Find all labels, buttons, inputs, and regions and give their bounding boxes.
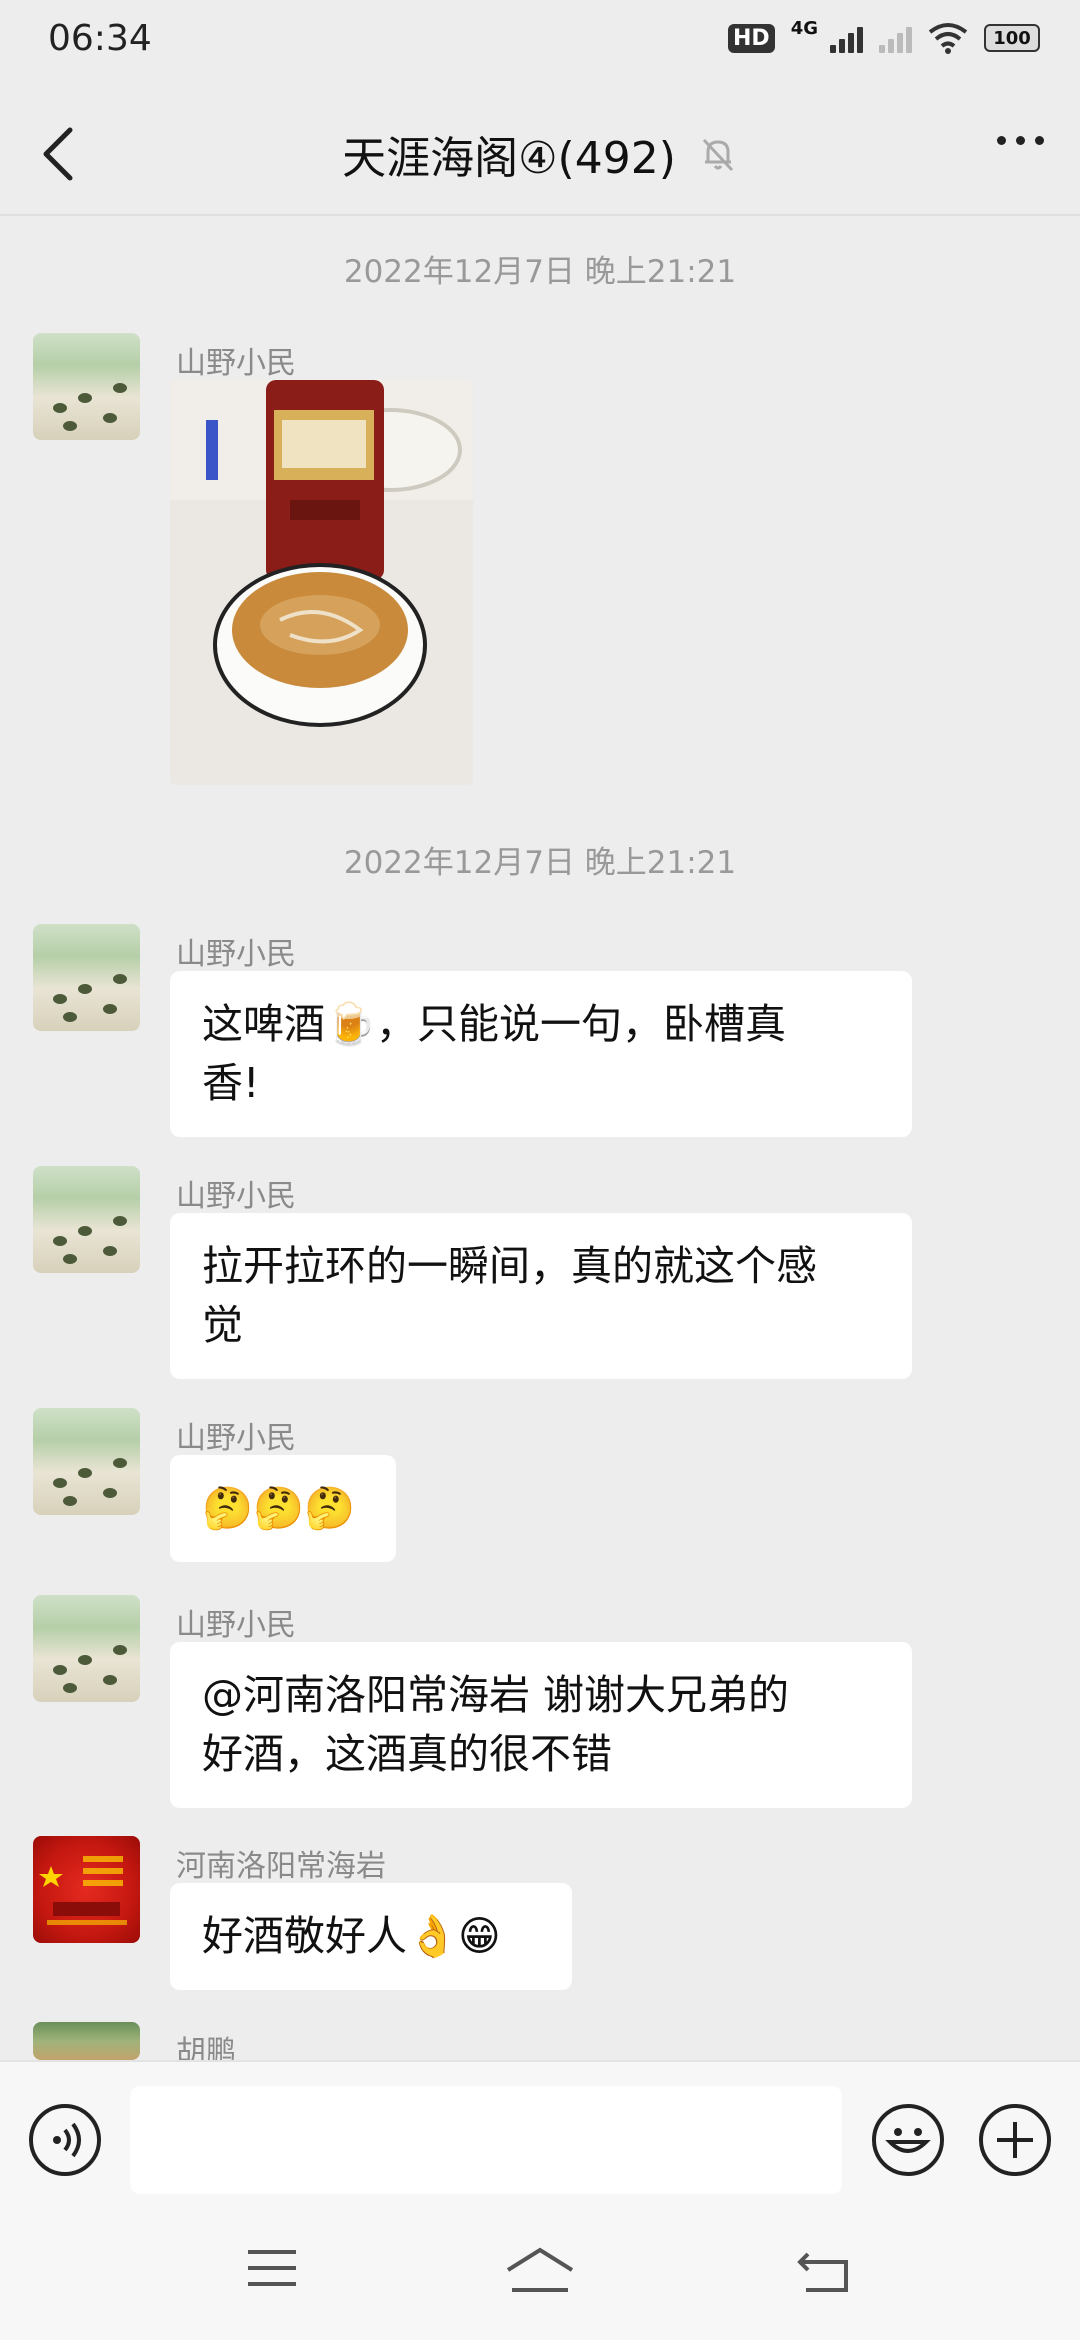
flag-emblem-icon <box>39 1856 127 1925</box>
message-bubble[interactable]: 拉开拉环的一瞬间，真的就这个感 觉 <box>170 1213 912 1379</box>
sender-name: 河南洛阳常海岩 <box>176 1849 386 1884</box>
signal-icon <box>830 23 863 53</box>
network-type: 4G <box>790 17 818 39</box>
more-icon[interactable] <box>997 136 1044 145</box>
voice-icon[interactable] <box>29 2104 101 2176</box>
message-bubble[interactable]: 好酒敬好人👌😁 <box>170 1883 572 1990</box>
hd-icon: HD <box>728 23 775 53</box>
plus-icon[interactable] <box>979 2104 1051 2176</box>
sender-name: 山野小民 <box>176 1421 296 1456</box>
avatar[interactable] <box>33 1836 140 1943</box>
message-text: 🤔🤔🤔 <box>202 1484 356 1532</box>
back-nav-icon[interactable] <box>794 2246 852 2294</box>
wifi-icon <box>928 23 968 54</box>
status-bar: 06:34 HD 4G 100 <box>0 0 1080 84</box>
avatar[interactable] <box>33 924 140 1031</box>
avatar[interactable] <box>33 1408 140 1515</box>
message-text-line: 拉开拉环的一瞬间，真的就这个感 <box>202 1242 817 1290</box>
sender-name: 山野小民 <box>176 937 296 972</box>
timestamp: 2022年12月7日 晚上21:21 <box>343 254 737 290</box>
message-input[interactable] <box>130 2086 842 2194</box>
input-bar <box>0 2060 1080 2340</box>
message-bubble[interactable]: @河南洛阳常海岩 谢谢大兄弟的 好酒，这酒真的很不错 <box>170 1642 912 1808</box>
chat-header: 天涯海阁④(492) <box>0 84 1080 216</box>
battery-icon: 100 <box>984 24 1040 52</box>
chat-title-container: 天涯海阁④(492) <box>0 122 1080 186</box>
message-text-line: 香! <box>202 1059 260 1107</box>
avatar[interactable] <box>33 2022 140 2060</box>
message-text-line: 觉 <box>202 1301 243 1349</box>
chat-title: 天涯海阁④(492) <box>342 133 676 184</box>
menu-icon[interactable] <box>244 2246 300 2290</box>
avatar[interactable] <box>33 333 140 440</box>
avatar[interactable] <box>33 1595 140 1702</box>
status-icons: HD 4G 100 <box>728 18 1040 54</box>
bell-off-icon <box>702 138 733 172</box>
image-message[interactable] <box>170 380 473 785</box>
message-text-line: @河南洛阳常海岩 谢谢大兄弟的 <box>202 1671 790 1719</box>
sender-name: 山野小民 <box>176 1179 296 1214</box>
timestamp: 2022年12月7日 晚上21:21 <box>343 845 737 881</box>
home-icon[interactable] <box>504 2246 576 2294</box>
header-divider <box>0 214 1080 216</box>
emoji-icon[interactable] <box>872 2104 944 2176</box>
message-text-line: 好酒，这酒真的很不错 <box>202 1730 612 1778</box>
status-time: 06:34 <box>48 18 152 59</box>
message-text-line: 这啤酒🍺，只能说一句，卧槽真 <box>202 1000 787 1048</box>
signal-secondary-icon <box>879 23 912 53</box>
message-bubble[interactable]: 🤔🤔🤔 <box>170 1455 396 1562</box>
avatar[interactable] <box>33 1166 140 1273</box>
message-bubble[interactable]: 这啤酒🍺，只能说一句，卧槽真 香! <box>170 971 912 1137</box>
message-text: 好酒敬好人👌😁 <box>202 1912 501 1960</box>
sender-name: 山野小民 <box>176 1608 296 1643</box>
beer-bowl-photo <box>170 380 473 785</box>
sender-name: 山野小民 <box>176 346 296 381</box>
